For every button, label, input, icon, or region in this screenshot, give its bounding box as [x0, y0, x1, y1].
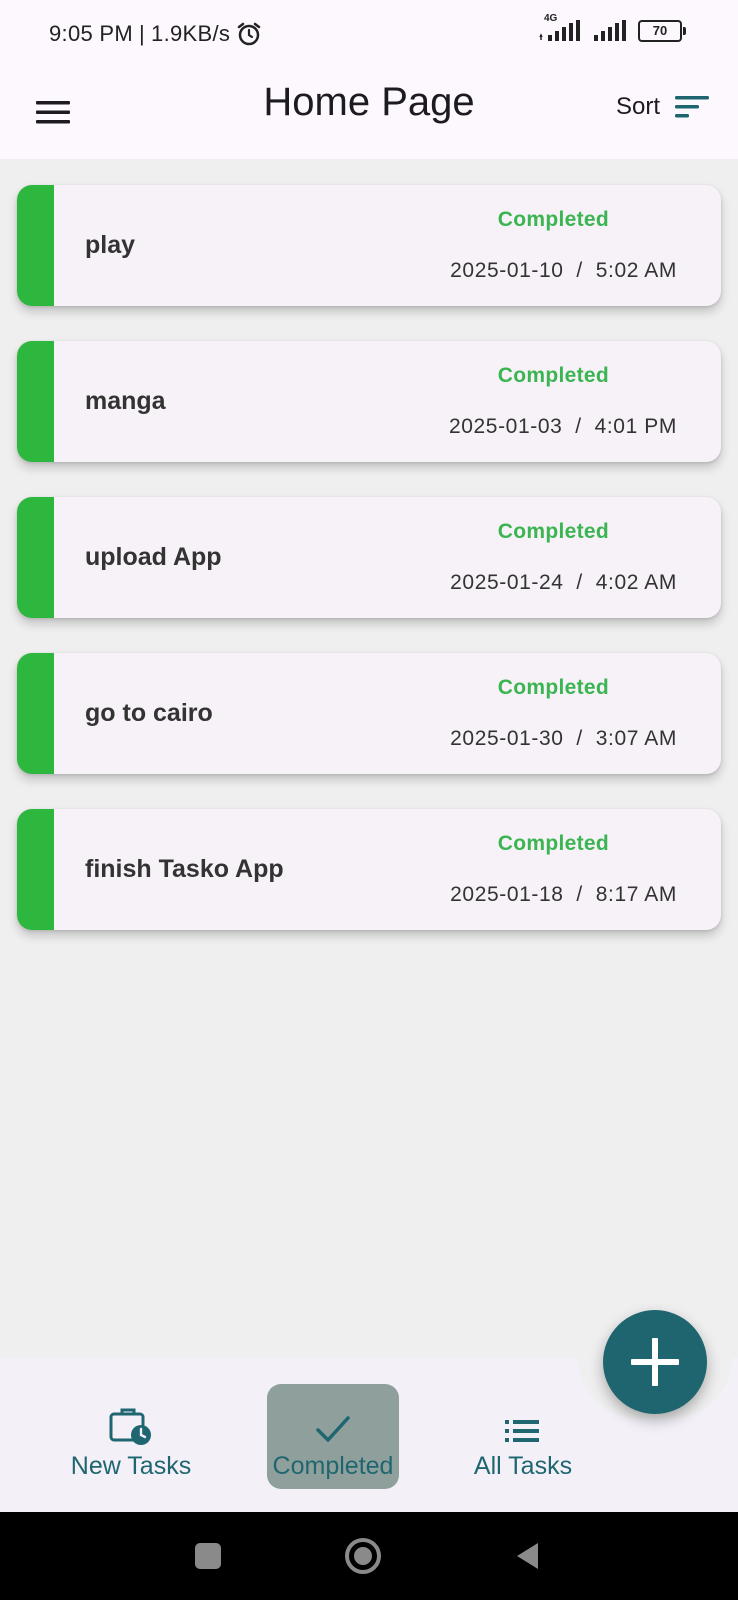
signal-icon-2 — [594, 20, 628, 42]
task-status-stripe — [17, 497, 54, 618]
recents-button[interactable] — [188, 1512, 228, 1600]
home-circle-icon — [345, 1538, 381, 1574]
task-date: 2025-01-24 — [450, 571, 564, 594]
task-datetime: 2025-01-24 / 4:02 AM — [450, 571, 677, 594]
task-status: Completed — [497, 364, 609, 387]
task-datetime: 2025-01-03 / 4:01 PM — [448, 415, 677, 438]
task-status-stripe — [17, 185, 54, 306]
status-bar: 9:05 PM | 1.9KB/s 4G 70 — [0, 0, 738, 66]
nav-label-all-tasks: All Tasks — [473, 1452, 573, 1480]
battery-level: 70 — [652, 23, 668, 38]
status-time: 9:05 PM — [49, 21, 134, 46]
task-date: 2025-01-03 — [448, 415, 563, 438]
status-separator: | — [139, 21, 146, 46]
task-status-stripe — [17, 809, 54, 930]
task-list: play Completed 2025-01-10 / 5:02 AM mang… — [17, 185, 721, 965]
sort-icon — [675, 96, 709, 118]
task-date: 2025-01-18 — [450, 883, 564, 906]
sort-button[interactable]: Sort — [616, 92, 710, 122]
task-status: Completed — [497, 832, 609, 855]
task-title: upload App — [85, 543, 222, 571]
nav-item-new-tasks[interactable]: New Tasks — [46, 1358, 216, 1481]
task-date: 2025-01-30 — [450, 727, 564, 750]
square-icon — [195, 1543, 221, 1569]
battery-icon: 70 — [638, 20, 686, 42]
home-button[interactable] — [342, 1512, 384, 1600]
briefcase-clock-icon — [109, 1408, 151, 1445]
task-title: play — [85, 231, 136, 259]
task-status-stripe — [17, 653, 54, 774]
status-left: 9:05 PM | 1.9KB/s — [49, 21, 262, 47]
nav-label-new-tasks: New Tasks — [70, 1452, 192, 1480]
task-time: 4:02 AM — [595, 571, 677, 594]
task-datetime: 2025-01-30 / 3:07 AM — [450, 727, 677, 750]
signal-icon: 4G — [538, 13, 584, 42]
task-card[interactable]: finish Tasko App Completed 2025-01-18 / … — [17, 809, 721, 930]
back-triangle-icon — [517, 1543, 538, 1569]
task-datetime: 2025-01-18 / 8:17 AM — [450, 883, 677, 906]
list-icon — [505, 1420, 539, 1442]
back-button[interactable] — [512, 1512, 542, 1600]
task-title: manga — [85, 387, 166, 415]
task-time: 4:01 PM — [594, 415, 677, 438]
task-status: Completed — [497, 520, 609, 543]
sort-label: Sort — [615, 93, 660, 120]
task-status-stripe — [17, 341, 54, 462]
task-datetime: 2025-01-10 / 5:02 AM — [450, 259, 677, 282]
add-task-button[interactable] — [603, 1310, 707, 1414]
task-title: go to cairo — [85, 699, 213, 727]
task-date: 2025-01-10 — [450, 259, 564, 282]
task-time: 8:17 AM — [595, 883, 677, 906]
status-speed: 1.9KB/s — [151, 21, 231, 46]
network-label: 4G — [544, 13, 558, 24]
task-card[interactable]: go to cairo Completed 2025-01-30 / 3:07 … — [17, 653, 721, 774]
task-status: Completed — [497, 676, 609, 699]
status-right: 4G 70 — [538, 13, 686, 42]
task-title: finish Tasko App — [85, 855, 284, 883]
system-navigation-bar — [0, 1512, 738, 1600]
check-icon — [316, 1416, 350, 1442]
task-status: Completed — [497, 208, 609, 231]
nav-item-completed[interactable]: Completed — [248, 1358, 418, 1481]
task-time: 3:07 AM — [595, 727, 677, 750]
alarm-icon — [236, 21, 262, 47]
task-card[interactable]: play Completed 2025-01-10 / 5:02 AM — [17, 185, 721, 306]
nav-label-completed: Completed — [272, 1452, 394, 1480]
task-card[interactable]: manga Completed 2025-01-03 / 4:01 PM — [17, 341, 721, 462]
app-bar: Home Page Sort — [0, 66, 738, 159]
task-time: 5:02 AM — [595, 259, 677, 282]
task-card[interactable]: upload App Completed 2025-01-24 / 4:02 A… — [17, 497, 721, 618]
plus-icon — [631, 1338, 679, 1386]
